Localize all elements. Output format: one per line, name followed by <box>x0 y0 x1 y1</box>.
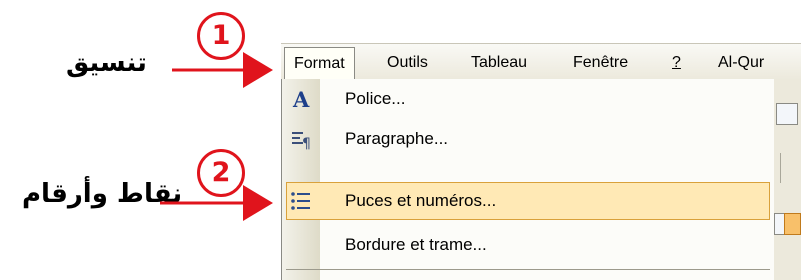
toolbar-table-icon[interactable] <box>776 103 798 125</box>
menu-format-label: Format <box>294 55 345 72</box>
menu-help[interactable]: ? <box>666 50 687 76</box>
menu-outils-label: Outils <box>387 54 428 71</box>
menu-alquran[interactable]: Al-Qur <box>712 50 770 76</box>
menu-separator <box>286 269 770 270</box>
menu-format[interactable]: Format <box>284 47 355 80</box>
bullets-list-icon <box>285 186 317 216</box>
toolbar-separator <box>780 153 781 183</box>
menu-alquran-label: Al-Qur <box>718 54 765 71</box>
menu-item-puces-label: Puces et numéros... <box>345 191 497 210</box>
svg-text:A: A <box>292 87 310 111</box>
menu-fenetre-label: Fenêtre <box>573 54 629 71</box>
menu-fenetre[interactable]: Fenêtre <box>567 50 634 76</box>
menu-outils[interactable]: Outils <box>381 50 434 76</box>
menu-item-police-label: Police... <box>345 89 406 108</box>
menu-item-police[interactable]: A Police... <box>282 79 775 119</box>
menu-item-bordure-label: Bordure et trame... <box>345 235 487 254</box>
format-dropdown-menu: A Police... ¶ Paragraphe... Puces et num… <box>281 79 776 280</box>
menu-item-paragraphe[interactable]: ¶ Paragraphe... <box>282 119 775 159</box>
menu-item-bordure[interactable]: Bordure et trame... <box>282 225 775 265</box>
toolbar-justify-icon[interactable] <box>784 213 801 235</box>
menu-help-label: ? <box>672 54 681 71</box>
menu-bar: Format Outils Tableau Fenêtre ? Al-Qur <box>281 43 801 80</box>
menu-item-puces[interactable]: Puces et numéros... <box>282 181 775 221</box>
menu-item-paragraphe-label: Paragraphe... <box>345 129 449 148</box>
svg-text:¶: ¶ <box>302 136 311 150</box>
toolbar-fragment <box>774 79 801 280</box>
font-A-icon: A <box>285 84 317 114</box>
menu-tableau-label: Tableau <box>471 54 528 71</box>
menu-tableau[interactable]: Tableau <box>465 50 533 76</box>
paragraph-icon: ¶ <box>285 124 317 154</box>
